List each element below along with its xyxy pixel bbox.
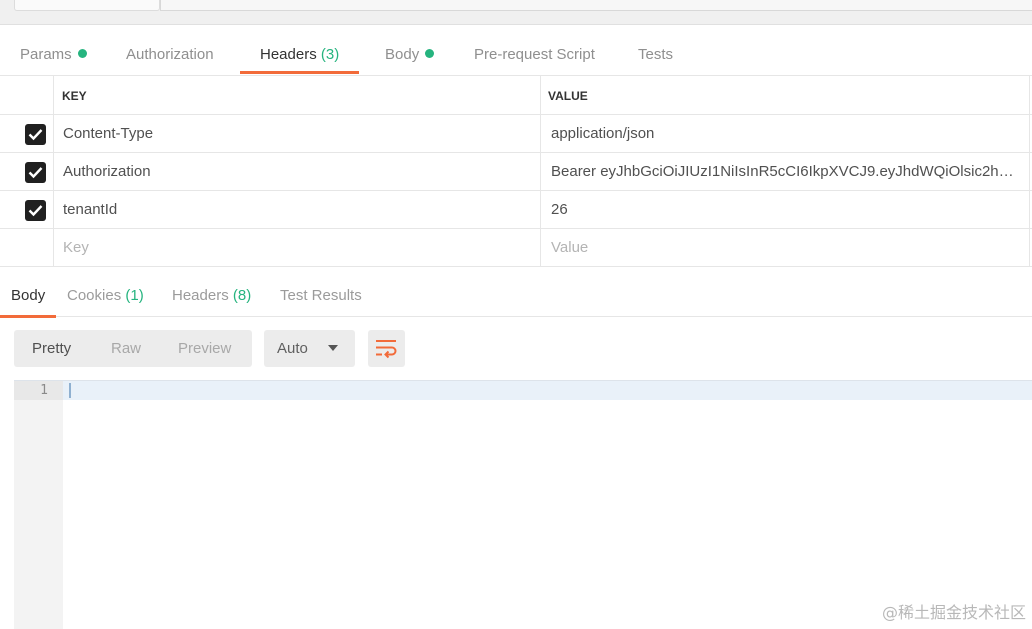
tab-headers[interactable]: Headers (3) bbox=[240, 30, 360, 74]
tab-label: Test Results bbox=[280, 287, 362, 304]
tab-label: Headers bbox=[172, 287, 229, 304]
wrap-lines-button[interactable] bbox=[368, 330, 405, 367]
tab-tests[interactable]: Tests bbox=[638, 30, 673, 74]
new-value-input[interactable]: Value bbox=[541, 229, 1030, 266]
status-dot-icon bbox=[77, 49, 87, 58]
tab-response-body[interactable]: Body bbox=[0, 277, 57, 318]
watermark: @稀土掘金技术社区 bbox=[881, 603, 1026, 622]
format-select[interactable]: Auto bbox=[264, 330, 355, 367]
tab-label: Authorization bbox=[126, 46, 214, 63]
checkbox-cell bbox=[0, 229, 54, 266]
header-value-field[interactable]: Bearer eyJhbGciOiJIUzI1NiIsInR5cCI6IkpXV… bbox=[541, 153, 1030, 190]
format-select-value: Auto bbox=[277, 340, 308, 357]
checkmark-icon bbox=[28, 205, 43, 217]
tab-response-headers[interactable]: Headers (8) bbox=[172, 277, 251, 317]
line-gutter bbox=[14, 381, 63, 629]
checkbox-cell bbox=[0, 191, 54, 228]
active-tab-underline bbox=[240, 71, 360, 74]
url-bar-stub[interactable] bbox=[160, 0, 1032, 11]
checkbox-cell bbox=[0, 153, 54, 190]
row-checkbox[interactable] bbox=[25, 162, 46, 183]
preview-button[interactable]: Preview bbox=[178, 330, 231, 367]
checkmark-icon bbox=[28, 167, 43, 179]
value-column-header: VALUE bbox=[541, 76, 1030, 114]
table-row: Authorization Bearer eyJhbGciOiJIUzI1NiI… bbox=[0, 153, 1032, 191]
tab-label: Headers bbox=[260, 46, 317, 63]
new-header-row: Key Value bbox=[0, 229, 1032, 267]
raw-button[interactable]: Raw bbox=[111, 330, 141, 367]
header-key-field[interactable]: Content-Type bbox=[54, 115, 541, 152]
checkmark-icon bbox=[28, 129, 43, 141]
tab-count: (3) bbox=[320, 46, 340, 63]
tab-pre-request-script[interactable]: Pre-request Script bbox=[474, 30, 595, 74]
view-mode-group: Pretty Raw Preview bbox=[14, 330, 252, 367]
tab-label: Body bbox=[11, 287, 46, 304]
tab-label: Tests bbox=[638, 46, 674, 63]
table-header-row: KEY VALUE bbox=[0, 75, 1032, 115]
tab-cookies[interactable]: Cookies (1) bbox=[67, 277, 144, 317]
row-checkbox[interactable] bbox=[25, 200, 46, 221]
tab-body[interactable]: Body bbox=[385, 30, 435, 74]
checkbox-cell bbox=[0, 115, 54, 152]
tab-test-results[interactable]: Test Results bbox=[280, 277, 362, 317]
active-line-highlight bbox=[63, 381, 1032, 400]
line-number: 1 bbox=[14, 381, 63, 400]
checkbox-column-header bbox=[0, 76, 54, 114]
top-strip bbox=[0, 0, 1032, 25]
header-key-field[interactable]: Authorization bbox=[54, 153, 541, 190]
row-checkbox[interactable] bbox=[25, 124, 46, 145]
tab-label: Cookies bbox=[67, 287, 122, 304]
tab-authorization[interactable]: Authorization bbox=[126, 30, 214, 74]
tab-label: Body bbox=[385, 46, 420, 63]
header-value-field[interactable]: application/json bbox=[541, 115, 1030, 152]
response-editor[interactable]: 1 bbox=[14, 380, 1032, 629]
table-row: tenantId 26 bbox=[0, 191, 1032, 229]
table-row: Content-Type application/json bbox=[0, 115, 1032, 153]
text-cursor bbox=[69, 383, 71, 398]
tab-params[interactable]: Params bbox=[20, 30, 87, 74]
wrap-lines-icon bbox=[376, 340, 397, 359]
request-tabs: Params Authorization Headers (3) Body Pr… bbox=[0, 30, 1032, 74]
response-tabs: Body Cookies (1) Headers (8) Test Result… bbox=[0, 277, 1032, 318]
status-dot-icon bbox=[425, 49, 435, 58]
pretty-button[interactable]: Pretty bbox=[32, 330, 71, 367]
tab-count: (1) bbox=[125, 287, 144, 304]
new-key-input[interactable]: Key bbox=[54, 229, 541, 266]
tab-label: Params bbox=[20, 46, 72, 63]
headers-table: KEY VALUE Content-Type application/json … bbox=[0, 75, 1032, 267]
header-value-field[interactable]: 26 bbox=[541, 191, 1030, 228]
request-tab-stub[interactable] bbox=[14, 0, 160, 11]
tab-count: (8) bbox=[232, 287, 252, 304]
tab-label: Pre-request Script bbox=[474, 46, 595, 63]
active-tab-underline bbox=[0, 315, 57, 318]
header-key-field[interactable]: tenantId bbox=[54, 191, 541, 228]
chevron-down-icon bbox=[328, 345, 338, 351]
key-column-header: KEY bbox=[54, 76, 541, 114]
